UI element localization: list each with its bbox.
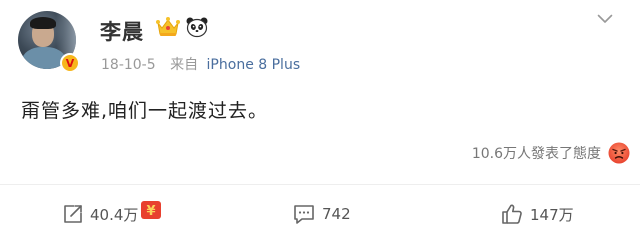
source-device-link[interactable]: iPhone 8 Plus <box>207 57 301 73</box>
comment-button[interactable]: 742 <box>292 200 351 228</box>
svg-text:¥: ¥ <box>146 204 155 219</box>
red-packet-icon[interactable]: ¥ <box>140 200 162 220</box>
reactions-summary[interactable]: 10.6万人發表了態度 <box>472 141 631 165</box>
post-meta: 18-10-5 来自 iPhone 8 Plus <box>101 54 300 74</box>
chevron-down-icon[interactable] <box>597 14 613 24</box>
like-icon <box>502 204 522 224</box>
comment-count: 742 <box>322 205 351 223</box>
panda-icon[interactable] <box>185 15 209 39</box>
username[interactable]: 李晨 <box>100 16 144 46</box>
divider <box>0 184 640 185</box>
share-button[interactable]: 40.4万 <box>62 200 138 228</box>
reactions-text: 10.6万人發表了態度 <box>471 146 601 162</box>
like-button[interactable]: 147万 <box>500 200 574 228</box>
crown-icon[interactable] <box>155 16 181 38</box>
share-count: 40.4万 <box>90 205 139 224</box>
source-label: 来自 <box>170 57 199 73</box>
post-date[interactable]: 18-10-5 <box>101 57 156 73</box>
comment-icon <box>294 205 314 224</box>
verified-icon: V <box>60 53 80 73</box>
post-content: 甭管多难,咱们一起渡过去。 <box>21 100 269 122</box>
avatar[interactable]: V <box>18 11 80 73</box>
angry-emoji-icon <box>608 142 630 164</box>
like-count: 147万 <box>530 205 574 224</box>
share-icon <box>64 205 82 223</box>
weibo-post: V 李晨 18-10-5 来自 iPhone 8 Plus 甭管多难,咱们一起渡… <box>0 0 640 247</box>
